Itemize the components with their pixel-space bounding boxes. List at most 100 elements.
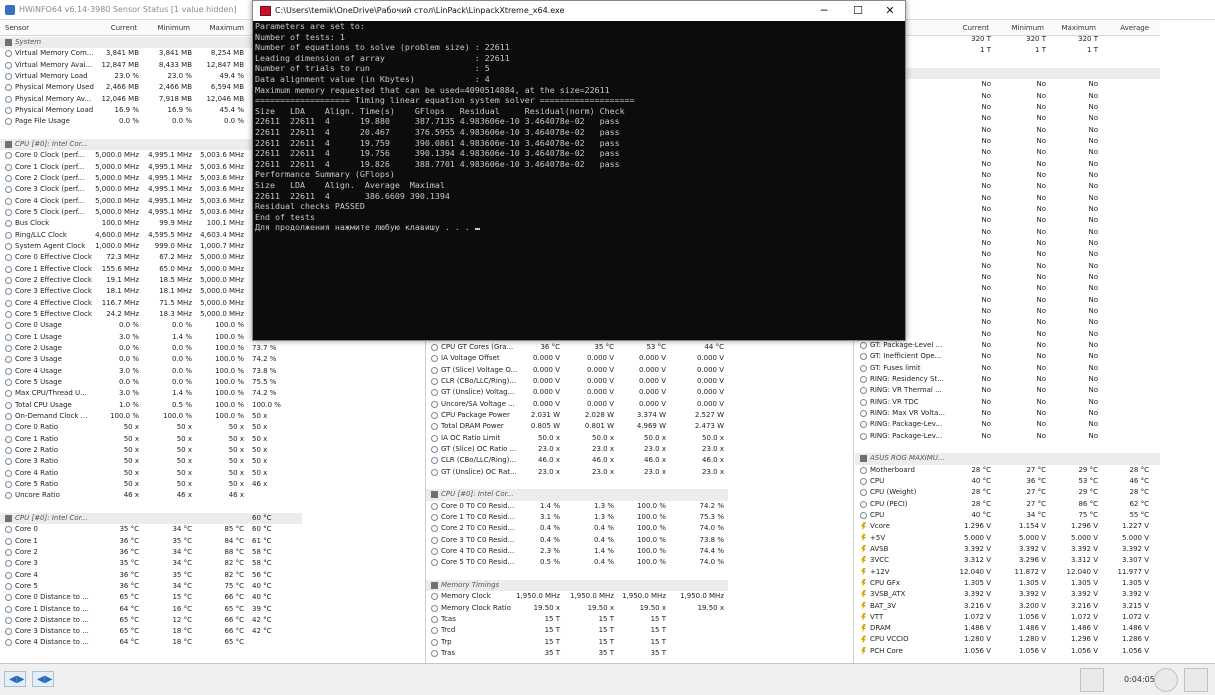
header-minimum[interactable]: Minimum (148, 24, 190, 32)
sensor-row[interactable]: Vcore 1.296 V 1.154 V 1.296 V 1.227 V (855, 521, 1160, 532)
sensor-row[interactable]: AVSB 3.392 V 3.392 V 3.392 V 3.392 V (855, 544, 1160, 555)
sensor-row[interactable]: CPU VCCIO 1.280 V 1.280 V 1.296 V 1.286 V (855, 634, 1160, 645)
network-icon[interactable] (1080, 668, 1104, 692)
sensor-row[interactable]: Core 4 T0 C0 Resid... 2.3 % 1.4 % 100.0 % 74… (426, 546, 728, 557)
sensor-icon (5, 401, 12, 409)
sensor-row[interactable]: BAT_3V 3.216 V 3.200 V 3.216 V 3.215 V (855, 601, 1160, 612)
sensor-row[interactable]: CLR (CBo/LLC/Ring)... 0.000 V 0.000 V 0.000… (426, 376, 728, 387)
value-current: No (981, 340, 991, 349)
value-maximum: No (1088, 295, 1098, 304)
value-maximum: 29 °C (1078, 465, 1098, 474)
header-minimum-right[interactable]: Minimum (1000, 24, 1044, 32)
sensor-row[interactable]: GT (Slice) Voltage O... 0.000 V 0.000 V 0.0… (426, 365, 728, 376)
sensor-row[interactable]: CPU GFx 1.305 V 1.305 V 1.305 V 1.305 V (855, 578, 1160, 589)
sensor-row[interactable]: RING: VR Thermal ... No No No (855, 385, 1160, 396)
value-minimum: No (1036, 182, 1046, 191)
header-current-right[interactable]: Current (945, 24, 989, 32)
sensor-row[interactable]: Core 0 T0 C0 Resid... 1.4 % 1.3 % 100.0 % 74… (426, 501, 728, 512)
sensor-row[interactable]: +12V 12.040 V 11.872 V 12.040 V 11.977 V (855, 567, 1160, 578)
sensor-name: Total CPU Usage (15, 400, 72, 409)
value-minimum: 0.000 V (586, 354, 614, 363)
value-current: 1,000.0 MHz (95, 241, 139, 250)
sensor-row[interactable]: 3VCC 3.312 V 3.296 V 3.312 V 3.307 V (855, 555, 1160, 566)
value-maximum: 75 °C (224, 581, 244, 590)
console-scrollbar[interactable] (895, 21, 905, 340)
sensor-row[interactable]: CLR (CBo/LLC/Ring)... 46.0 x 46.0 x 46.0 x 4… (426, 455, 728, 466)
close-button[interactable]: ✕ (875, 3, 905, 19)
sensor-row[interactable]: DRAM 1.486 V 1.486 V 1.486 V 1.486 V (855, 623, 1160, 634)
sensor-group-header[interactable]: Memory Timings (426, 579, 728, 592)
sensor-row[interactable]: RING: Package-Lev... No No No (855, 431, 1160, 442)
value-minimum: 3.392 V (1018, 590, 1046, 599)
header-sensor[interactable]: Sensor (5, 24, 29, 32)
sensor-row[interactable]: GT (Slice) OC Ratio ... 23.0 x 23.0 x 23.0 … (426, 444, 728, 455)
clock-icon[interactable] (1154, 668, 1178, 692)
sensor-icon (5, 639, 12, 647)
console-window[interactable]: C:\Users\temik\OneDrive\Рабочий стол\Lin… (252, 0, 906, 341)
sensor-icon (5, 628, 12, 636)
sensor-row[interactable]: Core 5 T0 C0 Resid... 0.5 % 0.4 % 100.0 % 74… (426, 557, 728, 568)
console-line: Size LDA Align. Average Maximal (255, 179, 445, 190)
sensor-row[interactable]: PCH Core 1.056 V 1.056 V 1.056 V 1.056 V (855, 646, 1160, 657)
value-maximum: 0.000 V (638, 388, 666, 397)
header-current[interactable]: Current (95, 24, 137, 32)
sensor-row[interactable]: RING: Residency St... No No No (855, 374, 1160, 385)
sensor-group-header[interactable]: CPU [#0]: Intel Cor... (426, 489, 728, 501)
sensor-name: Core 5 Clock (perf... (15, 207, 85, 216)
voltage-icon (861, 646, 866, 655)
sensor-row[interactable]: Core 3 T0 C0 Resid... 0.4 % 0.4 % 100.0 % 73… (426, 535, 728, 546)
nav-back-button[interactable]: ◀▶ (4, 671, 26, 687)
nav-forward-button[interactable]: ◀▶ (32, 671, 54, 687)
sensor-row[interactable]: RING: VR TDC No No No (855, 397, 1160, 408)
header-average-right[interactable]: Average (1103, 24, 1149, 32)
sensor-row[interactable]: Trp 15 T 15 T 15 T (426, 637, 728, 648)
sensor-row[interactable]: GT: Fuses limit No No No (855, 363, 1160, 374)
sensor-row[interactable]: GT: Package-Level ... No No No (855, 340, 1160, 351)
sensor-row[interactable]: Core 4 Distance to ... 64 °C 18 °C 65 °C (0, 637, 302, 648)
sensor-row[interactable]: CPU 40 °C 34 °C 75 °C 55 °C (855, 510, 1160, 521)
header-maximum-right[interactable]: Maximum (1052, 24, 1097, 32)
sensor-name: Motherboard (870, 465, 915, 474)
value-current: No (981, 227, 991, 236)
sensor-row[interactable]: Motherboard 28 °C 27 °C 29 °C 28 °C (855, 465, 1160, 476)
sensor-icon (5, 526, 12, 534)
sensor-row[interactable]: 3VSB_ATX 3.392 V 3.392 V 3.392 V 3.392 V (855, 589, 1160, 600)
report-icon[interactable] (1184, 668, 1208, 692)
sensor-row[interactable]: RING: Package-Lev... No No No (855, 419, 1160, 430)
value-maximum: 5,003.6 MHz (200, 196, 244, 205)
sensor-row[interactable]: IA OC Ratio Limit 50.0 x 50.0 x 50.0 x 50.0 … (426, 433, 728, 444)
value-current: 1.280 V (963, 635, 991, 644)
sensor-row[interactable]: Tras 35 T 35 T 35 T (426, 648, 728, 659)
sensor-row[interactable]: GT (Unslice) Voltag... 0.000 V 0.000 V 0.00… (426, 387, 728, 398)
console-titlebar[interactable]: C:\Users\temik\OneDrive\Рабочий стол\Lin… (253, 1, 905, 21)
sensor-group-header[interactable]: ASUS ROG MAXIMU... (855, 453, 1160, 465)
sensor-row[interactable]: RING: Max VR Volta... No No No (855, 408, 1160, 419)
value-current: 46 x (123, 491, 139, 500)
sensor-row[interactable]: Total DRAM Power 0.805 W 0.801 W 4.969 W 2.4… (426, 421, 728, 432)
sensor-row[interactable]: Core 2 T0 C0 Resid... 0.4 % 0.4 % 100.0 % 74… (426, 523, 728, 534)
sensor-row[interactable]: Memory Clock 1,950.0 MHz 1,950.0 MHz 1,950.… (426, 591, 728, 602)
sensor-row[interactable]: Uncore/SA Voltage ... 0.000 V 0.000 V 0.000… (426, 399, 728, 410)
sensor-row[interactable]: Uncore Ratio 46 x 46 x 46 x (0, 490, 302, 501)
sensor-row[interactable]: GT: Inefficient Ope... No No No (855, 351, 1160, 362)
sensor-row[interactable]: GT (Unslice) OC Rat... 23.0 x 23.0 x 23.0 x… (426, 467, 728, 478)
sensor-row[interactable]: Core 1 T0 C0 Resid... 3.1 % 1.3 % 100.0 % 75… (426, 512, 728, 523)
minimize-button[interactable]: ─ (809, 3, 839, 19)
sensor-row[interactable]: CPU (PECI) 28 °C 27 °C 86 °C 62 °C (855, 499, 1160, 510)
sensor-row[interactable]: Tcas 15 T 15 T 15 T (426, 614, 728, 625)
value-maximum: 3.374 W (636, 410, 666, 419)
sensor-icon (5, 72, 12, 80)
sensor-row[interactable]: CPU (Weight) 28 °C 27 °C 29 °C 28 °C (855, 487, 1160, 498)
sensor-row[interactable]: Memory Clock Ratio 19.50 x 19.50 x 19.50 x 1… (426, 603, 728, 614)
maximize-button[interactable]: ☐ (843, 3, 873, 19)
value-maximum: No (1088, 250, 1098, 259)
value-minimum: 0.000 V (586, 388, 614, 397)
sensor-row[interactable]: CPU Package Power 2.031 W 2.028 W 3.374 W 2.… (426, 410, 728, 421)
sensor-row[interactable]: Trcd 15 T 15 T 15 T (426, 625, 728, 636)
sensor-row[interactable]: CPU 40 °C 36 °C 53 °C 46 °C (855, 476, 1160, 487)
sensor-row[interactable]: +5V 5.000 V 5.000 V 5.000 V 5.000 V (855, 533, 1160, 544)
sensor-row[interactable]: VTT 1.072 V 1.056 V 1.072 V 1.072 V (855, 612, 1160, 623)
sensor-row[interactable]: CPU GT Cores (Gra... 36 °C 35 °C 53 °C 44 °C (426, 342, 728, 353)
sensor-row[interactable]: IA Voltage Offset 0.000 V 0.000 V 0.000 V 0.… (426, 353, 728, 364)
header-maximum[interactable]: Maximum (200, 24, 245, 32)
